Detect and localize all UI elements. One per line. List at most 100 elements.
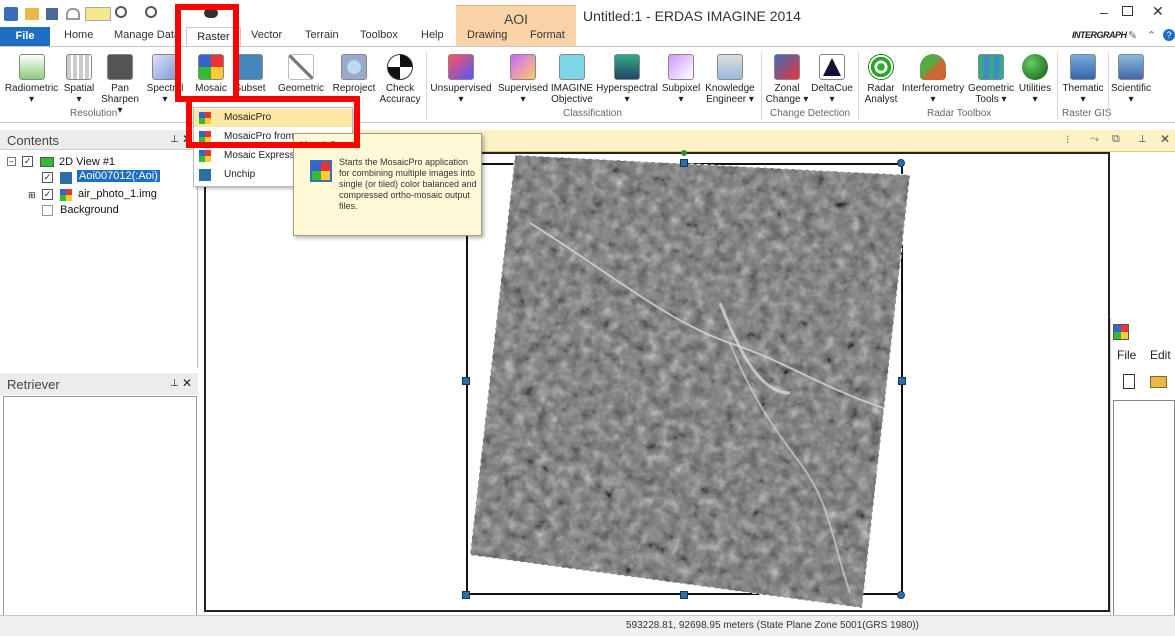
scientific-button[interactable]: Scientific ▾ xyxy=(1109,54,1153,105)
new-file-icon[interactable] xyxy=(1123,374,1135,389)
tools-label: Tools ▾ xyxy=(975,94,1007,105)
knowledge-engineer-button[interactable]: Knowledge Engineer ▾ xyxy=(703,54,757,105)
geometric-tools-icon xyxy=(978,54,1004,80)
spatial-icon xyxy=(66,54,92,80)
menu-file[interactable]: File xyxy=(1117,348,1136,362)
imagine-objective-icon xyxy=(559,54,585,80)
tab-terrain[interactable]: Terrain xyxy=(305,29,339,41)
resize-handle[interactable] xyxy=(680,159,688,167)
deltacue-button[interactable]: DeltaCue ▾ xyxy=(810,54,854,105)
group-raster-gis: Raster GIS xyxy=(1062,108,1112,119)
ribbon-collapse-icon[interactable]: ⌃ xyxy=(1147,29,1156,42)
user-icon[interactable]: ✎ xyxy=(1128,29,1137,42)
minimize-icon[interactable]: – xyxy=(1100,4,1108,20)
open-folder-icon[interactable] xyxy=(1150,376,1167,388)
engineer-label: Engineer ▾ xyxy=(706,94,754,105)
tab-format[interactable]: Format xyxy=(530,29,565,41)
hyperspectral-label: Hyperspectral xyxy=(596,83,658,94)
interferometry-label: Interferometry xyxy=(901,83,965,94)
spatial-label: Spatial xyxy=(63,83,95,94)
radar-analyst-button[interactable]: Radar Analyst xyxy=(862,54,900,105)
geometric-tools-button[interactable]: Geometric Tools ▾ xyxy=(966,54,1016,105)
thematic-button[interactable]: Thematic ▾ xyxy=(1060,54,1106,105)
subset-icon xyxy=(237,54,263,80)
raster-layer-icon xyxy=(60,189,72,201)
pointer-icon[interactable] xyxy=(85,7,111,21)
background-checkbox[interactable] xyxy=(42,205,53,216)
check-accuracy-button[interactable]: Check Accuracy xyxy=(379,54,421,105)
hyperspectral-button[interactable]: Hyperspectral ▾ xyxy=(596,54,658,105)
scientific-label: Scientific xyxy=(1110,83,1151,94)
radiometric-button[interactable]: Radiometric ▾ xyxy=(4,54,59,105)
imagine-objective-button[interactable]: IMAGINE Objective xyxy=(550,54,594,105)
zoom-in-icon[interactable] xyxy=(115,6,127,18)
tab-file[interactable]: File xyxy=(0,27,50,46)
view-label[interactable]: 2D View #1 xyxy=(59,156,115,168)
collapse-icon[interactable]: − xyxy=(7,157,16,166)
viewer-link-icon[interactable]: ⤳ xyxy=(1090,133,1099,146)
subpixel-button[interactable]: Subpixel ▾ xyxy=(660,54,702,105)
layer-item-air-photo[interactable]: air_photo_1.img xyxy=(78,188,157,200)
retriever-close-icon[interactable]: ✕ xyxy=(182,376,192,390)
pin-icon[interactable]: ⊥ xyxy=(170,134,179,145)
layer-item-aoi[interactable]: Aoi007012(:Aoi) xyxy=(77,170,160,182)
supervised-icon xyxy=(510,54,536,80)
resize-handle[interactable] xyxy=(680,591,688,599)
zoom-out-icon[interactable] xyxy=(145,6,157,18)
tab-home[interactable]: Home xyxy=(64,29,93,41)
group-resolution: Resolution xyxy=(70,108,118,119)
app-icon[interactable] xyxy=(4,7,18,21)
supervised-button[interactable]: Supervised ▾ xyxy=(496,54,550,105)
radiometric-label: Radiometric xyxy=(4,83,59,94)
thematic-icon xyxy=(1070,54,1096,80)
objective-label: Objective xyxy=(551,94,593,105)
tab-help[interactable]: Help xyxy=(421,29,444,41)
resize-handle[interactable] xyxy=(898,377,906,385)
open-icon[interactable] xyxy=(25,8,39,20)
expand-icon[interactable]: ⊞ xyxy=(28,190,36,201)
pin-icon[interactable]: ⊥ xyxy=(1138,134,1147,145)
tab-vector[interactable]: Vector xyxy=(251,29,282,41)
geometric-button[interactable]: Geometric xyxy=(276,54,326,94)
layer-item-background[interactable]: Background xyxy=(60,204,119,216)
restore-icon[interactable] xyxy=(1122,6,1133,16)
layer-checkbox[interactable]: ✓ xyxy=(42,189,53,200)
view-checkbox[interactable]: ✓ xyxy=(22,156,33,167)
viewer-options-icon[interactable]: ⁝ xyxy=(1066,133,1070,146)
pin-icon[interactable]: ⊥ xyxy=(170,378,179,389)
reproject-button[interactable]: Reproject xyxy=(331,54,377,94)
tab-toolbox[interactable]: Toolbox xyxy=(360,29,398,41)
help-icon[interactable]: ? xyxy=(1163,29,1175,41)
deltacue-icon xyxy=(819,54,845,80)
pan-label: Pan xyxy=(111,83,129,94)
close-icon[interactable]: ✕ xyxy=(1152,3,1164,20)
layer-checkbox[interactable]: ✓ xyxy=(42,172,53,183)
resize-handle[interactable] xyxy=(462,377,470,385)
aerial-photo[interactable] xyxy=(470,153,910,608)
menu-edit[interactable]: Edit xyxy=(1150,348,1171,362)
spatial-button[interactable]: Spatial ▾ xyxy=(62,54,96,105)
accuracy-label: Accuracy xyxy=(379,94,421,105)
unsupervised-button[interactable]: Unsupervised ▾ xyxy=(429,54,493,105)
save-icon[interactable] xyxy=(46,8,58,20)
interferometry-button[interactable]: Interferometry ▾ xyxy=(900,54,966,105)
tab-drawing[interactable]: Drawing xyxy=(467,29,507,41)
group-radar-toolbox: Radar Toolbox xyxy=(927,108,992,119)
resize-handle[interactable] xyxy=(897,591,905,599)
pan-sharpen-button[interactable]: Pan Sharpen ▾ xyxy=(98,54,142,116)
aoi-layer-icon xyxy=(60,172,72,184)
zonal-change-button[interactable]: Zonal Change ▾ xyxy=(764,54,810,105)
tab-manage-data[interactable]: Manage Data xyxy=(114,29,180,41)
viewer-split-icon[interactable]: ⧉ xyxy=(1112,133,1120,146)
undo-icon[interactable] xyxy=(66,8,80,20)
status-bar xyxy=(0,615,1175,636)
group-classification: Classification xyxy=(563,108,622,119)
utilities-button[interactable]: Utilities ▾ xyxy=(1016,54,1054,105)
hyperspectral-icon xyxy=(614,54,640,80)
resize-handle[interactable] xyxy=(897,159,905,167)
supervised-label: Supervised xyxy=(497,83,549,94)
viewer-close-icon[interactable]: ✕ xyxy=(1160,132,1170,146)
subpixel-icon xyxy=(668,54,694,80)
resize-handle[interactable] xyxy=(462,591,470,599)
rotate-handle[interactable] xyxy=(681,150,687,156)
